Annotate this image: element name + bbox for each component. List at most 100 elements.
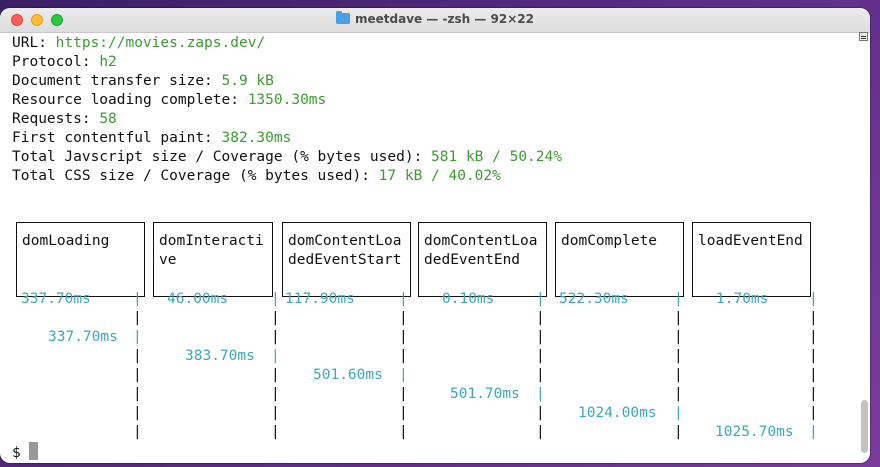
timeline-separator: | bbox=[271, 348, 280, 364]
timeline-separator: | bbox=[536, 424, 545, 440]
timeline-separator: | bbox=[271, 367, 280, 383]
terminal-window: meetdave — -zsh — 92×22 URL: https://mov… bbox=[0, 8, 870, 463]
timeline-separator: | bbox=[809, 348, 818, 364]
timeline-box-domcontentloadedeventstart: domContentLoadedEventStart bbox=[282, 222, 411, 297]
info-line-requests: Requests: 58 bbox=[12, 110, 117, 129]
timeline-separator: | bbox=[133, 329, 142, 345]
info-line-fcp: First contentful paint: 382.30ms bbox=[12, 129, 291, 148]
prompt-symbol: $ bbox=[12, 445, 21, 461]
info-value: 58 bbox=[99, 111, 117, 127]
timeline-separator: | bbox=[536, 367, 545, 383]
timeline-separator: | bbox=[809, 367, 818, 383]
info-value: https://movies.zaps.dev/ bbox=[55, 35, 266, 51]
timeline-separator: | bbox=[674, 405, 683, 421]
info-line-css-size: Total CSS size / Coverage (% bytes used)… bbox=[12, 167, 501, 186]
terminal-output[interactable]: URL: https://movies.zaps.dev/ Protocol: … bbox=[12, 34, 850, 463]
timeline-separator: | bbox=[809, 291, 818, 307]
timeline-separator: | bbox=[536, 291, 545, 307]
info-line-protocol: Protocol: h2 bbox=[12, 53, 117, 72]
timeline-separator: | bbox=[399, 367, 408, 383]
info-line-resource-loading: Resource loading complete: 1350.30ms bbox=[12, 91, 326, 110]
folder-icon bbox=[336, 11, 350, 24]
duration-domloading: 337.70ms bbox=[21, 291, 91, 307]
timeline-box-dominteractive: domInteractive bbox=[153, 222, 273, 297]
timeline-separator: | bbox=[399, 386, 408, 402]
timeline-separator: | bbox=[133, 310, 142, 326]
timeline-box-loadeventend: loadEventEnd bbox=[692, 222, 811, 297]
timeline-separator: | bbox=[536, 348, 545, 364]
info-label: Total Javscript size / Coverage (% bytes… bbox=[12, 149, 432, 165]
timeline-separator: | bbox=[399, 310, 408, 326]
timeline-separator: | bbox=[536, 386, 545, 402]
timeline-separator: | bbox=[674, 291, 683, 307]
title-bar: meetdave — -zsh — 92×22 bbox=[0, 8, 870, 33]
timeline-separator: | bbox=[271, 310, 280, 326]
timeline-separator: | bbox=[271, 424, 280, 440]
timeline-separator: | bbox=[399, 291, 408, 307]
info-value: 382.30ms bbox=[221, 130, 292, 146]
timeline-separator: | bbox=[809, 405, 818, 421]
end-time-domcontentloadedeventend: 501.70ms bbox=[450, 386, 520, 402]
duration-loadeventend: 1.70ms bbox=[716, 291, 769, 307]
scroll-up-icon[interactable] bbox=[859, 32, 868, 41]
info-label: First contentful paint: bbox=[12, 130, 222, 146]
info-label: URL: bbox=[12, 35, 56, 51]
timeline-separator: | bbox=[399, 348, 408, 364]
timeline-separator: | bbox=[536, 329, 545, 345]
timeline-separator: | bbox=[133, 348, 142, 364]
timeline-separator: | bbox=[809, 329, 818, 345]
timeline-separator: | bbox=[674, 310, 683, 326]
timeline-box-domcontentloadedeventend: domContentLoadedEventEnd bbox=[418, 222, 547, 297]
duration-domcontentloadedeventend: 0.10ms bbox=[442, 291, 495, 307]
timeline-separator: | bbox=[674, 367, 683, 383]
timeline-separator: | bbox=[674, 348, 683, 364]
timeline-separator: | bbox=[271, 291, 280, 307]
timeline-box-domloading: domLoading bbox=[16, 222, 145, 297]
info-label: Resource loading complete: bbox=[12, 92, 248, 108]
info-label: Total CSS size / Coverage (% bytes used)… bbox=[12, 168, 379, 184]
timeline-separator: | bbox=[133, 405, 142, 421]
info-line-url: URL: https://movies.zaps.dev/ bbox=[12, 34, 265, 53]
timeline-separator: | bbox=[674, 386, 683, 402]
end-time-loadeventend: 1025.70ms bbox=[715, 424, 794, 440]
window-title: meetdave — -zsh — 92×22 bbox=[0, 11, 870, 26]
duration-dominteractive: 46.00ms bbox=[167, 291, 229, 307]
timeline-separator: | bbox=[133, 386, 142, 402]
info-line-transfer-size: Document transfer size: 5.9 kB bbox=[12, 72, 274, 91]
end-time-dominteractive: 383.70ms bbox=[185, 348, 255, 364]
duration-domcontentloadedeventstart: 117.90ms bbox=[285, 291, 355, 307]
timeline-separator: | bbox=[133, 424, 142, 440]
end-time-domcontentloadedeventstart: 501.60ms bbox=[313, 367, 383, 383]
scrollbar-thumb[interactable] bbox=[861, 400, 868, 453]
timeline-separator: | bbox=[271, 329, 280, 345]
end-time-domcomplete: 1024.00ms bbox=[578, 405, 657, 421]
timeline-separator: | bbox=[399, 424, 408, 440]
timeline-separator: | bbox=[809, 386, 818, 402]
info-value: h2 bbox=[99, 54, 117, 70]
timeline-separator: | bbox=[536, 405, 545, 421]
info-value: 581 kB / 50.24% bbox=[431, 149, 562, 165]
text-cursor bbox=[28, 442, 38, 460]
info-value: 17 kB / 40.02% bbox=[378, 168, 501, 184]
timeline-separator: | bbox=[133, 291, 142, 307]
timeline-separator: | bbox=[674, 329, 683, 345]
timeline-separator: | bbox=[809, 424, 818, 440]
info-label: Document transfer size: bbox=[12, 73, 222, 89]
timeline-separator: | bbox=[536, 310, 545, 326]
timeline-separator: | bbox=[271, 405, 280, 421]
info-label: Protocol: bbox=[12, 54, 100, 70]
end-time-domloading: 337.70ms bbox=[48, 329, 118, 345]
timeline-separator: | bbox=[133, 367, 142, 383]
timeline-separator: | bbox=[271, 386, 280, 402]
prompt-line[interactable]: $ bbox=[12, 442, 38, 461]
timeline-box-domcomplete: domComplete bbox=[555, 222, 684, 297]
timeline-separator: | bbox=[399, 405, 408, 421]
info-value: 5.9 kB bbox=[221, 73, 274, 89]
info-value: 1350.30ms bbox=[247, 92, 327, 108]
window-title-text: meetdave — -zsh — 92×22 bbox=[355, 12, 534, 26]
duration-domcomplete: 522.30ms bbox=[559, 291, 629, 307]
timeline-separator: | bbox=[809, 310, 818, 326]
timeline-separator: | bbox=[674, 424, 683, 440]
info-line-js-size: Total Javscript size / Coverage (% bytes… bbox=[12, 148, 562, 167]
timeline-separator: | bbox=[399, 329, 408, 345]
